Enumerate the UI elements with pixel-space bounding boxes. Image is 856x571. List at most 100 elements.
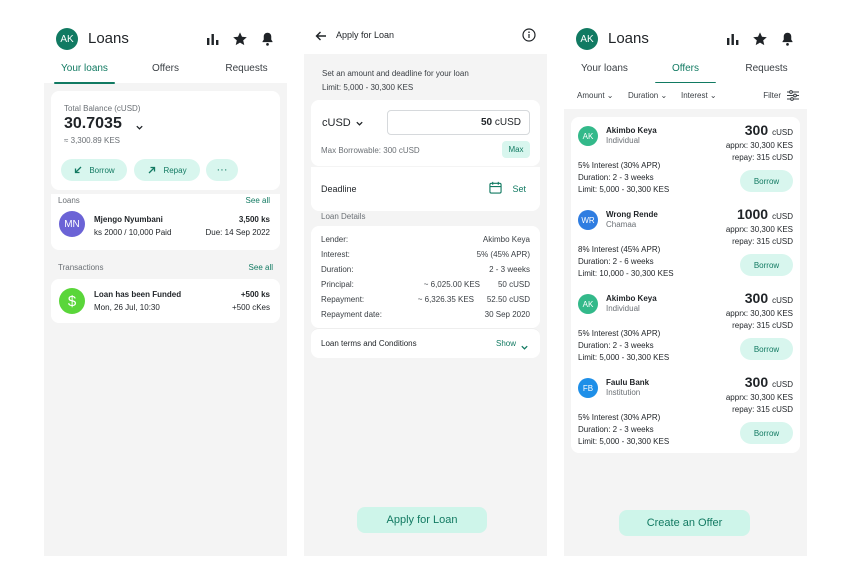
loan-details-title: Loan Details	[321, 212, 366, 221]
sliders-icon[interactable]	[787, 90, 799, 103]
bell-icon[interactable]	[780, 31, 795, 47]
offer-type: Individual	[606, 136, 640, 145]
detail-label: Principal:	[321, 280, 354, 289]
page-title: Loans	[608, 30, 649, 47]
amount-input[interactable]: 50 cUSD	[387, 110, 530, 135]
chevron-down-icon[interactable]	[135, 119, 144, 137]
terms-row[interactable]: Loan terms and Conditions Show	[311, 328, 540, 358]
offer-card[interactable]: AK Akimbo Keya Individual 300 cUSD apprx: 30,…	[571, 285, 800, 369]
offer-name: Akimbo Keya	[606, 294, 657, 303]
borrow-button[interactable]: Borrow	[61, 159, 127, 181]
offer-type: Individual	[606, 304, 640, 313]
offer-card[interactable]: FB Faulu Bank Institution 300 cUSD apprx: 30,…	[571, 369, 800, 453]
detail-repayment: Repayment: ~ 6,326.35 KES 52.50 cUSD	[321, 295, 530, 304]
arrow-down-left-icon	[75, 166, 82, 174]
more-button[interactable]: ···	[206, 159, 238, 181]
offer-duration: Duration: 2 - 3 weeks	[578, 341, 654, 350]
transaction-item[interactable]: $ Loan has been Funded Mon, 26 Jul, 10:3…	[51, 279, 280, 323]
tab-your-loans[interactable]: Your loans	[44, 63, 125, 84]
chevron-down-icon	[520, 339, 529, 357]
balance-card: Total Balance (cUSD) 30.7035 ≈ 3,300.89 …	[51, 91, 280, 190]
create-offer-button[interactable]: Create an Offer	[619, 510, 750, 536]
transactions-see-all-link[interactable]: See all	[249, 263, 273, 272]
arrow-up-right-icon	[148, 166, 156, 174]
offer-repay: repay: 315 cUSD	[732, 321, 793, 330]
tab-requests[interactable]: Requests	[206, 63, 287, 83]
offer-limit: Limit: 10,000 - 30,300 KES	[578, 269, 674, 278]
filter-button[interactable]: Filter	[763, 91, 781, 100]
max-button[interactable]: Max	[502, 141, 530, 158]
repay-label: Repay	[163, 165, 187, 175]
tab-offers[interactable]: Offers	[645, 63, 726, 84]
amount-value: 50	[480, 117, 493, 128]
header: Apply for Loan	[304, 17, 547, 54]
balance-kes: ≈ 3,300.89 KES	[64, 136, 120, 145]
offer-borrow-button[interactable]: Borrow	[740, 338, 793, 360]
detail-value-kes: ~ 6,326.35 KES	[417, 295, 474, 304]
apply-limit: Limit: 5,000 - 30,300 KES	[322, 83, 414, 92]
filter-interest[interactable]: Interest ⌄	[681, 91, 717, 100]
offer-borrow-button[interactable]: Borrow	[740, 422, 793, 444]
loan-due: Due: 14 Sep 2022	[205, 228, 271, 237]
currency-select[interactable]: cUSD	[322, 117, 364, 129]
amount-unit: cUSD	[494, 117, 521, 128]
offer-borrow-button[interactable]: Borrow	[740, 170, 793, 192]
offer-amount: 1000	[736, 206, 769, 222]
filter-duration[interactable]: Duration ⌄	[628, 91, 667, 100]
deadline-set-button[interactable]: Set	[512, 184, 526, 194]
offer-avatar: AK	[578, 126, 598, 146]
star-icon[interactable]	[232, 31, 248, 47]
chart-icon[interactable]	[206, 32, 220, 46]
loans-section: Loans See all MN Mjengo Nyumbani ks 2000…	[51, 194, 280, 250]
offer-card[interactable]: AK Akimbo Keya Individual 300 cUSD apprx: 30,…	[571, 117, 800, 201]
amount-card: cUSD 50 cUSD Max Borrowable: 300 cUSD Ma…	[311, 100, 540, 166]
page-title: Apply for Loan	[336, 30, 395, 40]
detail-value: 5% (45% APR)	[476, 250, 530, 259]
offer-limit: Limit: 5,000 - 30,300 KES	[578, 437, 670, 446]
offers-screen: AK Loans Your loans Offers Requests Amou…	[564, 17, 807, 556]
offer-repay: repay: 315 cUSD	[732, 405, 793, 414]
detail-label: Duration:	[321, 265, 354, 274]
tab-your-loans[interactable]: Your loans	[564, 63, 645, 83]
bell-icon[interactable]	[260, 31, 275, 47]
detail-label: Repayment:	[321, 295, 365, 304]
offer-duration: Duration: 2 - 3 weeks	[578, 425, 654, 434]
filter-amount[interactable]: Amount ⌄	[577, 91, 614, 100]
info-icon[interactable]	[522, 28, 536, 47]
star-icon[interactable]	[752, 31, 768, 47]
offer-borrow-button[interactable]: Borrow	[740, 254, 793, 276]
back-arrow-icon[interactable]	[315, 29, 327, 47]
your-loans-screen: AK Loans Your loans Offers Requests Tota…	[44, 17, 287, 556]
offer-amount: 300	[744, 290, 769, 306]
deadline-row[interactable]: Deadline Set	[311, 167, 540, 211]
offer-unit: cUSD	[772, 212, 793, 221]
offer-apprx: apprx: 30,300 KES	[725, 141, 793, 150]
offer-unit: cUSD	[772, 296, 793, 305]
loan-progress: ks 2000 / 10,000 Paid	[94, 228, 172, 237]
max-borrowable: Max Borrowable: 300 cUSD	[321, 146, 420, 155]
chart-icon[interactable]	[726, 32, 740, 46]
offer-card[interactable]: WR Wrong Rende Chamaa 1000 cUSD apprx: 30,300…	[571, 201, 800, 285]
filter-interest-label: Interest	[681, 91, 708, 100]
detail-value: Akimbo Keya	[482, 235, 530, 244]
tab-offers[interactable]: Offers	[125, 63, 206, 83]
avatar[interactable]: AK	[56, 28, 78, 50]
tab-requests[interactable]: Requests	[726, 63, 807, 83]
offer-limit: Limit: 5,000 - 30,300 KES	[578, 185, 670, 194]
repay-button[interactable]: Repay	[134, 159, 200, 181]
offer-interest: 5% Interest (30% APR)	[578, 161, 661, 170]
detail-value: 30 Sep 2020	[484, 310, 530, 319]
loans-see-all-link[interactable]: See all	[246, 196, 270, 205]
detail-value-cusd: 52.50 cUSD	[486, 295, 530, 304]
offer-repay: repay: 315 cUSD	[732, 153, 793, 162]
offer-interest: 5% Interest (30% APR)	[578, 413, 661, 422]
apply-for-loan-button[interactable]: Apply for Loan	[357, 507, 487, 533]
offer-apprx: apprx: 30,300 KES	[725, 225, 793, 234]
avatar[interactable]: AK	[576, 28, 598, 50]
detail-label: Interest:	[321, 250, 350, 259]
show-terms-button[interactable]: Show	[496, 339, 516, 348]
page-title: Loans	[88, 30, 129, 47]
loan-name[interactable]: Mjengo Nyumbani	[94, 215, 163, 224]
offer-amount: 300	[744, 374, 769, 390]
loans-title: Loans	[58, 196, 80, 205]
